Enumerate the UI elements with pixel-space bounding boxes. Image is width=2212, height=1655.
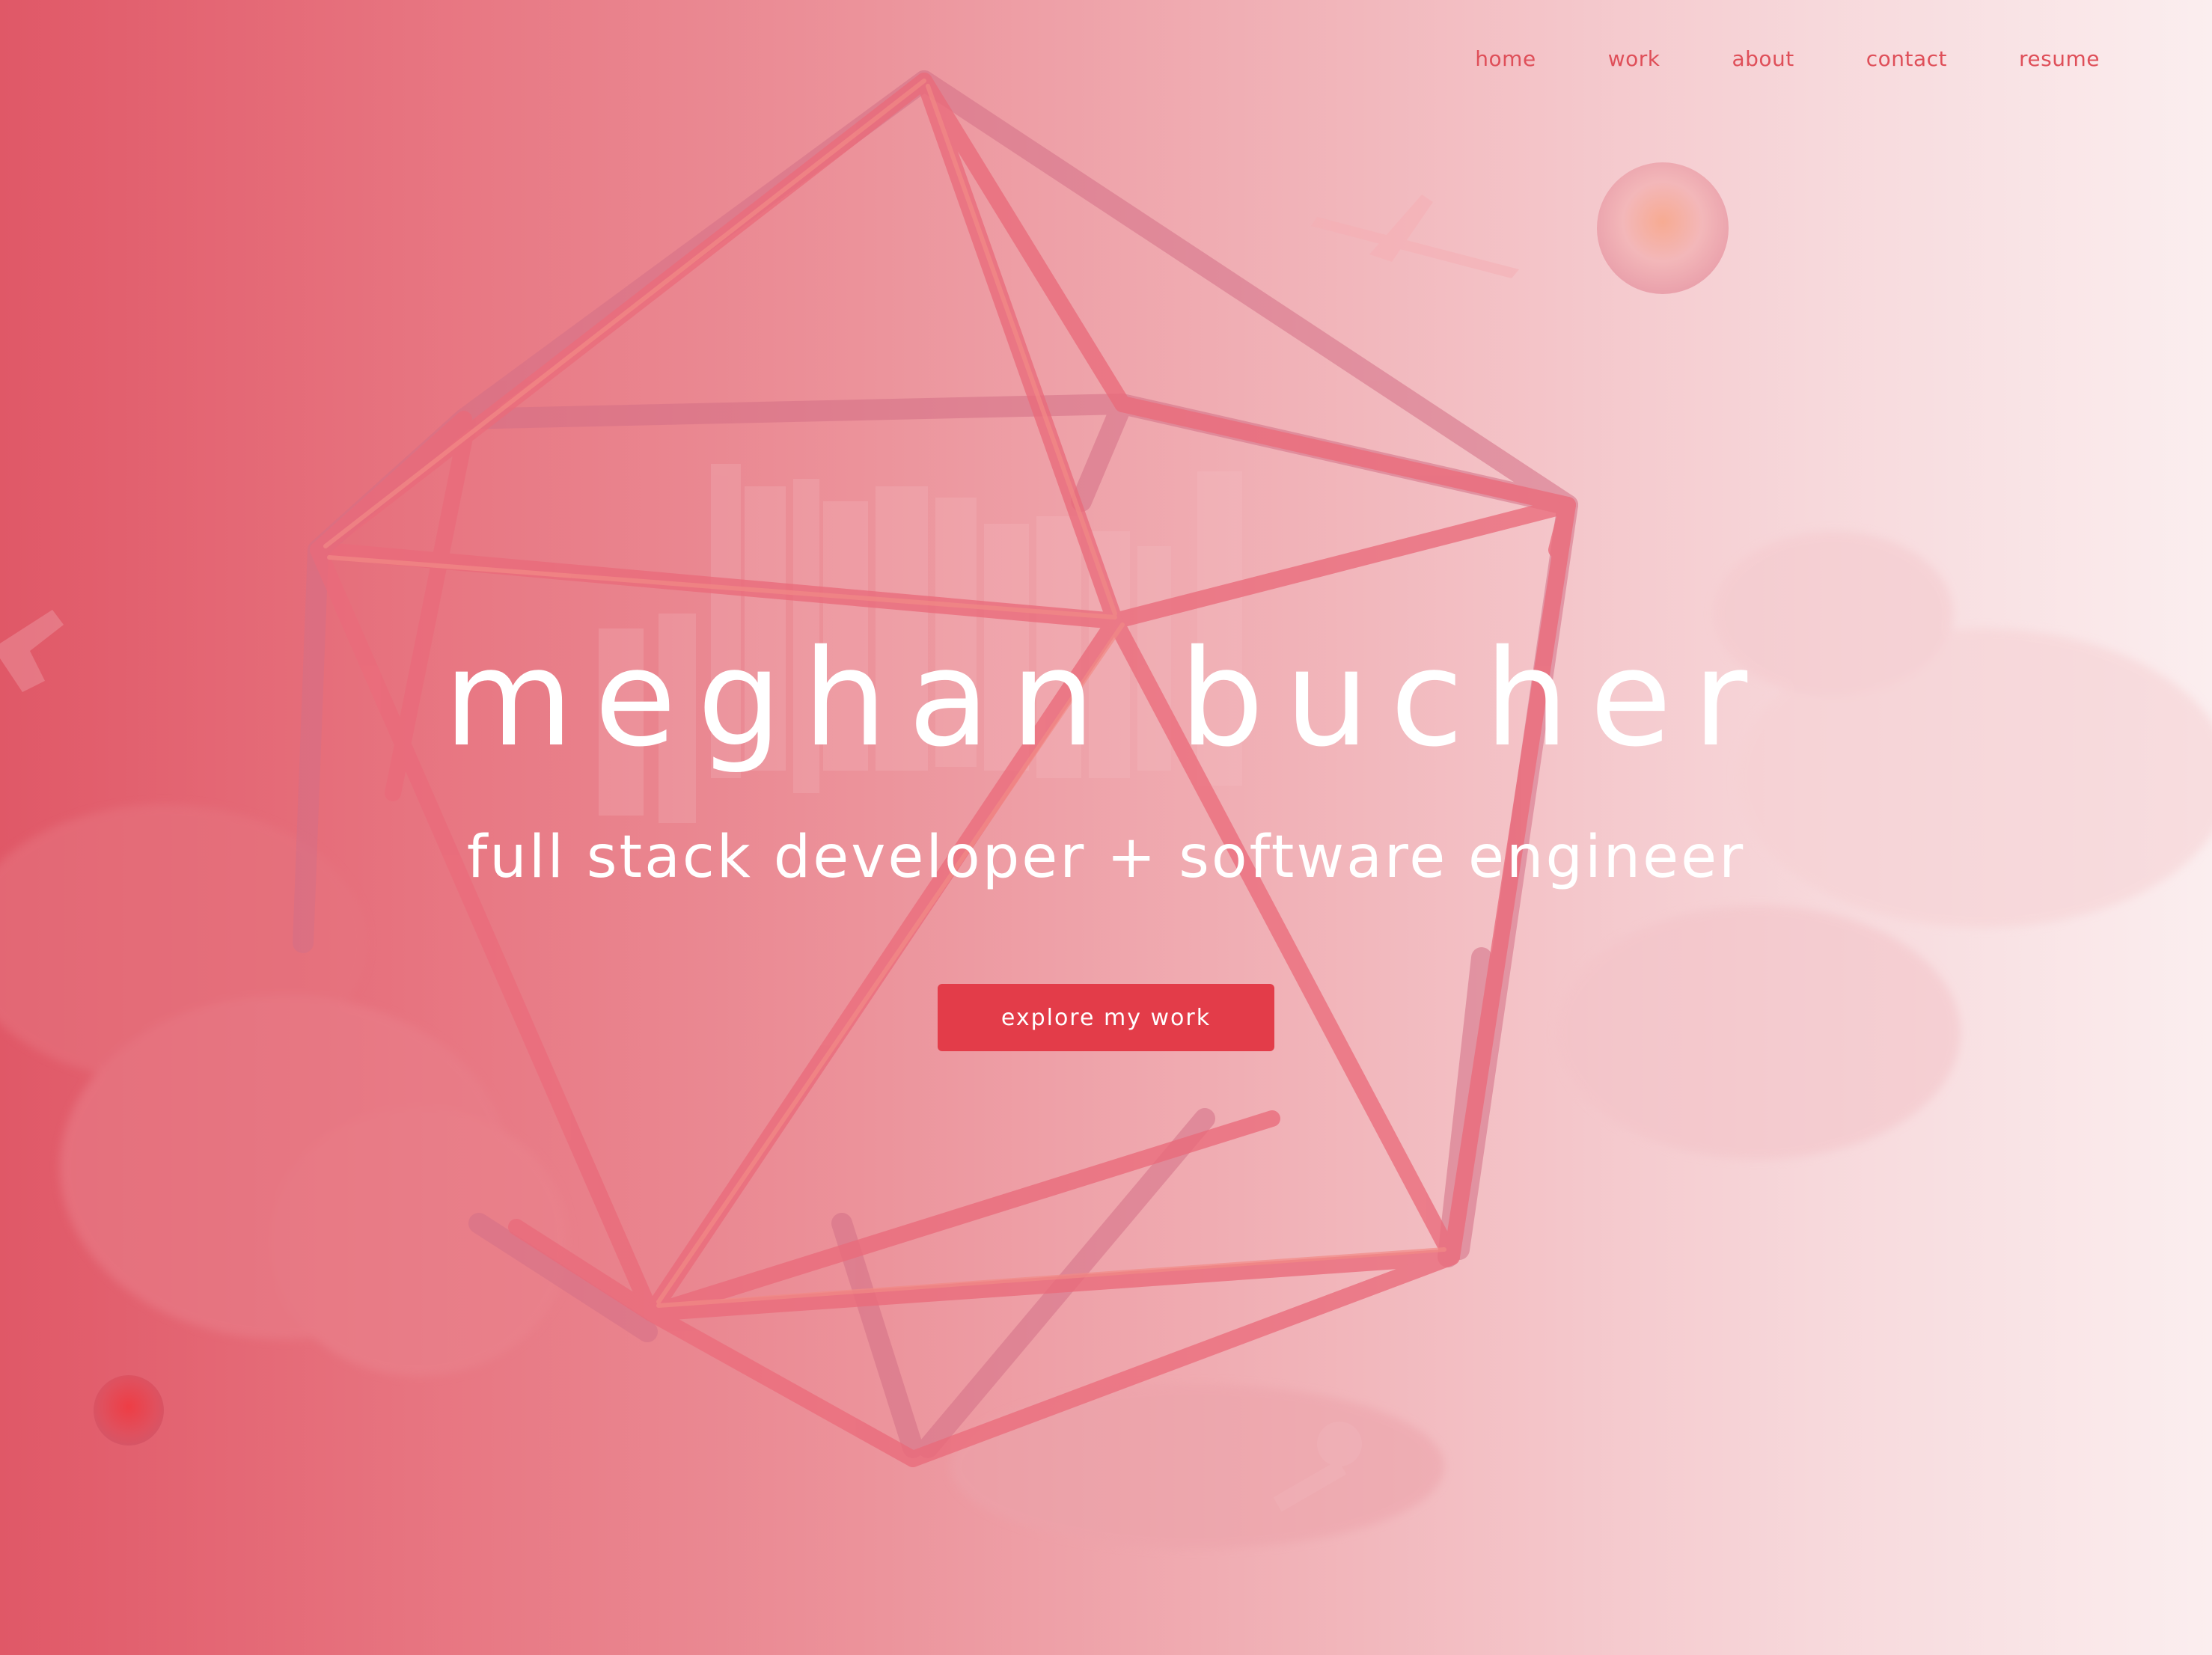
small-red-sphere [94, 1375, 164, 1446]
main-nav: home work about contact resume [1475, 46, 2100, 71]
nav-link-work[interactable]: work [1608, 46, 1660, 71]
hero-section: meghan bucher full stack developer + sof… [0, 632, 2212, 1051]
hero-title: meghan bucher [443, 621, 1769, 776]
nav-link-contact[interactable]: contact [1866, 46, 1947, 71]
nav-link-home[interactable]: home [1475, 46, 1536, 71]
paper-plane-shape [1311, 195, 1519, 278]
explore-my-work-button[interactable]: explore my work [938, 984, 1274, 1051]
large-sphere [1597, 162, 1729, 294]
hero-subtitle: full stack developer + software engineer [466, 824, 1746, 891]
nav-link-resume[interactable]: resume [2019, 46, 2100, 71]
nav-link-about[interactable]: about [1732, 46, 1794, 71]
